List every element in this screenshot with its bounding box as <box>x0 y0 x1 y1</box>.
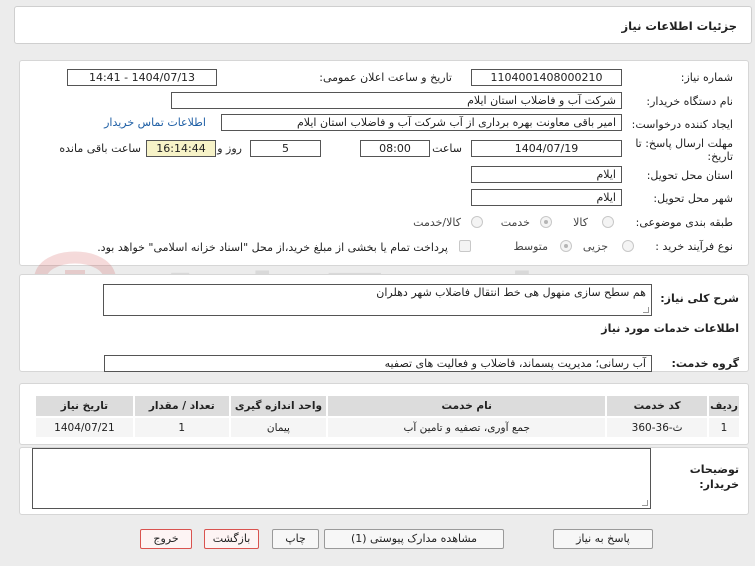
province-field: ایلام <box>471 166 622 183</box>
description-field: هم سطح سازی منهول هی خط انتقال فاضلاب شه… <box>103 284 652 316</box>
province-label: استان محل تحویل: <box>646 169 733 182</box>
buyer-org-label: نام دستگاه خریدار: <box>646 95 733 108</box>
deadline-time-field: 08:00 <box>360 140 430 157</box>
process-option-minor: جزیی <box>582 240 608 253</box>
category-radio-goods[interactable] <box>602 216 614 228</box>
view-attachments-button[interactable]: مشاهده مدارک پیوستی (1) <box>324 529 504 549</box>
col-quantity: تعداد / مقدار <box>132 394 231 418</box>
reply-button[interactable]: پاسخ به نیاز <box>553 529 653 549</box>
table-row: 1 ث-36-360 جمع آوری، تصفیه و تامین آب پی… <box>34 416 741 439</box>
services-table-header: ردیف کد خدمت نام خدمت واحد اندازه گیری ت… <box>34 394 741 418</box>
page-title: جزئیات اطلاعات نیاز <box>621 19 737 33</box>
cell-service-code: ث-36-360 <box>605 416 710 439</box>
need-number-label: شماره نیاز: <box>680 71 733 84</box>
buyer-notes-label-2: خریدار: <box>699 478 739 491</box>
col-row-number: ردیف <box>707 394 741 418</box>
requester-field: امیر باقی معاونت بهره برداری از آب شرکت … <box>221 114 622 131</box>
description-label: شرح کلی نیاز: <box>660 292 739 305</box>
treasury-payment-checkbox[interactable] <box>459 240 471 252</box>
service-group-label: گروه خدمت: <box>671 357 739 370</box>
city-label: شهر محل تحویل: <box>653 192 733 205</box>
info-panel <box>19 60 749 266</box>
buyer-notes-field[interactable] <box>32 448 651 509</box>
col-service-name: نام خدمت <box>326 394 608 418</box>
resize-handle[interactable] <box>643 307 649 313</box>
exit-button[interactable]: خروج <box>140 529 192 549</box>
category-option-service: خدمت <box>500 216 530 229</box>
col-unit: واحد اندازه گیری <box>228 394 329 418</box>
city-field: ایلام <box>471 189 622 206</box>
cell-unit: پیمان <box>228 416 329 439</box>
category-option-goods: کالا <box>573 216 588 229</box>
days-label: روز و <box>217 142 242 155</box>
cell-need-date: 1404/07/21 <box>34 416 135 439</box>
deadline-label: مهلت ارسال پاسخ: تا <box>635 137 733 150</box>
deadline-time-label: ساعت <box>432 142 462 155</box>
cell-service-name: جمع آوری، تصفیه و تامین آب <box>326 416 608 439</box>
days-remaining-field: 5 <box>250 140 321 157</box>
contact-info-link[interactable]: اطلاعات تماس خریدار <box>104 116 206 129</box>
announce-label: تاریخ و ساعت اعلان عمومی: <box>319 71 452 84</box>
cell-row-number: 1 <box>707 416 741 439</box>
category-label: طبقه بندی موضوعی: <box>635 216 733 229</box>
services-section-title: اطلاعات خدمات مورد نیاز <box>601 322 739 335</box>
treasury-payment-note: پرداخت تمام یا بخشی از مبلغ خرید،از محل … <box>97 241 448 254</box>
resize-handle[interactable] <box>642 500 648 506</box>
buyer-org-field: شرکت آب و فاضلاب استان ایلام <box>171 92 622 109</box>
page-header: جزئیات اطلاعات نیاز <box>14 6 752 44</box>
remaining-time-label: ساعت باقی مانده <box>59 142 141 155</box>
category-radio-goods-service[interactable] <box>471 216 483 228</box>
buyer-notes-label: توضیحات <box>689 463 739 476</box>
process-radio-minor[interactable] <box>622 240 634 252</box>
deadline-date-field: 1404/07/19 <box>471 140 622 157</box>
category-radio-service[interactable] <box>540 216 552 228</box>
back-button[interactable]: بازگشت <box>204 529 259 549</box>
description-text: هم سطح سازی منهول هی خط انتقال فاضلاب شه… <box>376 286 646 299</box>
deadline-label-date: تاریخ: <box>707 150 733 163</box>
print-button[interactable]: چاپ <box>272 529 319 549</box>
col-service-code: کد خدمت <box>605 394 710 418</box>
announce-datetime-field: 1404/07/13 - 14:41 <box>67 69 217 86</box>
service-group-field: آب رسانی؛ مدیریت پسماند، فاضلاب و فعالیت… <box>104 355 652 372</box>
services-table: ردیف کد خدمت نام خدمت واحد اندازه گیری ت… <box>34 394 741 439</box>
category-option-goods-service: کالا/خدمت <box>413 216 461 229</box>
process-option-medium: متوسط <box>513 240 548 253</box>
cell-quantity: 1 <box>132 416 231 439</box>
requester-label: ایجاد کننده درخواست: <box>631 118 733 131</box>
need-number-field: 1104001408000210 <box>471 69 622 86</box>
process-label: نوع فرآیند خرید : <box>655 240 733 253</box>
process-radio-medium[interactable] <box>560 240 572 252</box>
col-need-date: تاریخ نیاز <box>34 394 135 418</box>
remaining-time-field: 16:14:44 <box>146 140 216 157</box>
